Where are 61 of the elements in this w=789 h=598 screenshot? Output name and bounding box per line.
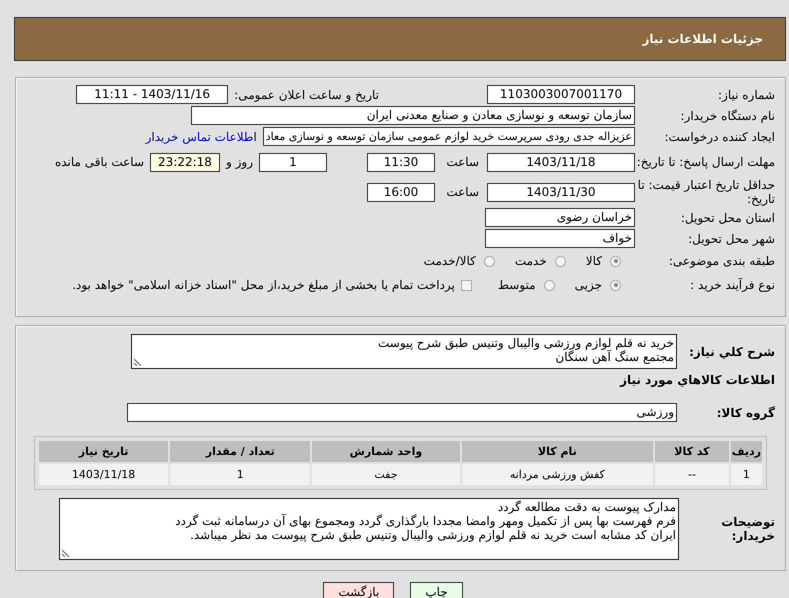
option-label: جزیی [574,278,602,292]
text-field[interactable]: خراسان رضوی [485,208,635,227]
time-label: ساعت [445,155,479,169]
field-label: ایجاد کننده درخواست: [663,130,775,144]
field-label: توضیحات خریدار: [720,515,775,543]
table-cell: -- [655,464,729,485]
text-field[interactable]: 11:30 [367,152,435,172]
field-label: شماره نیاز: [717,88,775,102]
option-label: متوسط [498,278,536,292]
page-title: جزئیات اطلاعات نیاز [642,32,763,46]
field-label: نام دستگاه خریدار: [680,108,775,122]
field-label: شهر محل تحویل: [687,232,775,246]
text-field[interactable]: عزیزاله جدی رودی سرپرست خرید لوازم عمومی سازمان توسعه و نوسازی معاد [262,127,635,146]
field-label: تاریخ و ساعت اعلان عمومی: [234,88,379,102]
table-cell: 1 [730,464,762,485]
option-label: خدمت [514,254,547,268]
checkbox-label: پرداخت تمام یا بخشی از مبلغ خرید،از محل "اسناد خزانه اسلامی" خواهد بود. [72,278,455,292]
field-label: طبقه بندی موضوعی: [668,254,775,268]
checkbox[interactable] [460,280,472,290]
radio-button[interactable] [554,256,566,266]
option-label: کالا [586,254,602,268]
text-area[interactable]: خرید نه قلم لوازم ورزشی والیبال وتنیس طبق شرح پیوست مجتمع سنگ آهن سنگان [131,334,677,369]
text-field[interactable]: ورزشی [127,403,677,422]
table-cell: 1403/11/18 [39,464,168,485]
column-header: نام کالا [462,441,654,462]
field-label: مهلت ارسال پاسخ: تا تاریخ: [636,155,775,169]
column-header: ردیف [730,441,762,462]
column-header: کد کالا [655,441,729,462]
column-header: واحد شمارش [312,441,460,462]
text-field[interactable]: 1 [259,152,327,172]
days-label: روز و [226,155,253,169]
table-cell: 1 [170,464,310,485]
option-label: کالا/خدمت [424,254,476,268]
remaining-label: ساعت باقی مانده [54,155,144,169]
text-field[interactable]: خواف [485,229,635,248]
radio-button[interactable] [544,280,555,290]
resize-grip-icon[interactable] [62,549,70,557]
column-header: تاریخ نیاز [39,441,168,462]
field-label: گروه کالا: [716,406,775,420]
text-field[interactable]: 1403/11/18 [487,152,635,172]
resize-grip-icon[interactable] [134,358,142,366]
field-label: نوع فرآیند خرید : [689,278,775,292]
contact-link[interactable]: اطلاعات تماس خریدار [146,130,257,144]
radio-button[interactable] [484,256,495,266]
text-field[interactable]: سازمان توسعه و نوسازی معادن و صنایع معدنی ایران [191,106,635,125]
field-label: استان محل تحویل: [680,210,775,224]
radio-button[interactable] [610,280,621,290]
time-label: ساعت [445,185,479,199]
text-field[interactable]: 23:22:18 [150,152,220,172]
text-field[interactable]: 16:00 [367,182,435,202]
text-field[interactable]: 1103003007001170 [487,85,635,104]
text-field[interactable]: 1403/11/30 [487,182,635,202]
field-label: حداقل تاریخ اعتبار قیمت: تا تاریخ: [636,178,775,206]
column-header: تعداد / مقدار [170,441,310,462]
text-field[interactable]: 1403/11/16 - 11:11 [76,85,228,104]
field-label: شرح کلي نياز: [688,344,775,358]
table-cell: کفش ورزشی مردانه [462,464,654,485]
radio-button[interactable] [610,256,621,266]
text-area[interactable]: مدارک پیوست به دقت مطالعه گردد فرم فهرست بها پس از تکمیل ومهر وامضا مجددا بارگذاری گردد ومجموع بهای آن درسامانه ثبت گردد ایران کد مشابه است خرید نه قلم لوازم ورزشی والیبال وتنیس طبق شرح پیوست مد نظر میباشد. [59,498,679,560]
section-heading: اطلاعات کالاهاي مورد نياز [618,373,775,387]
table-cell: جفت [312,464,460,485]
